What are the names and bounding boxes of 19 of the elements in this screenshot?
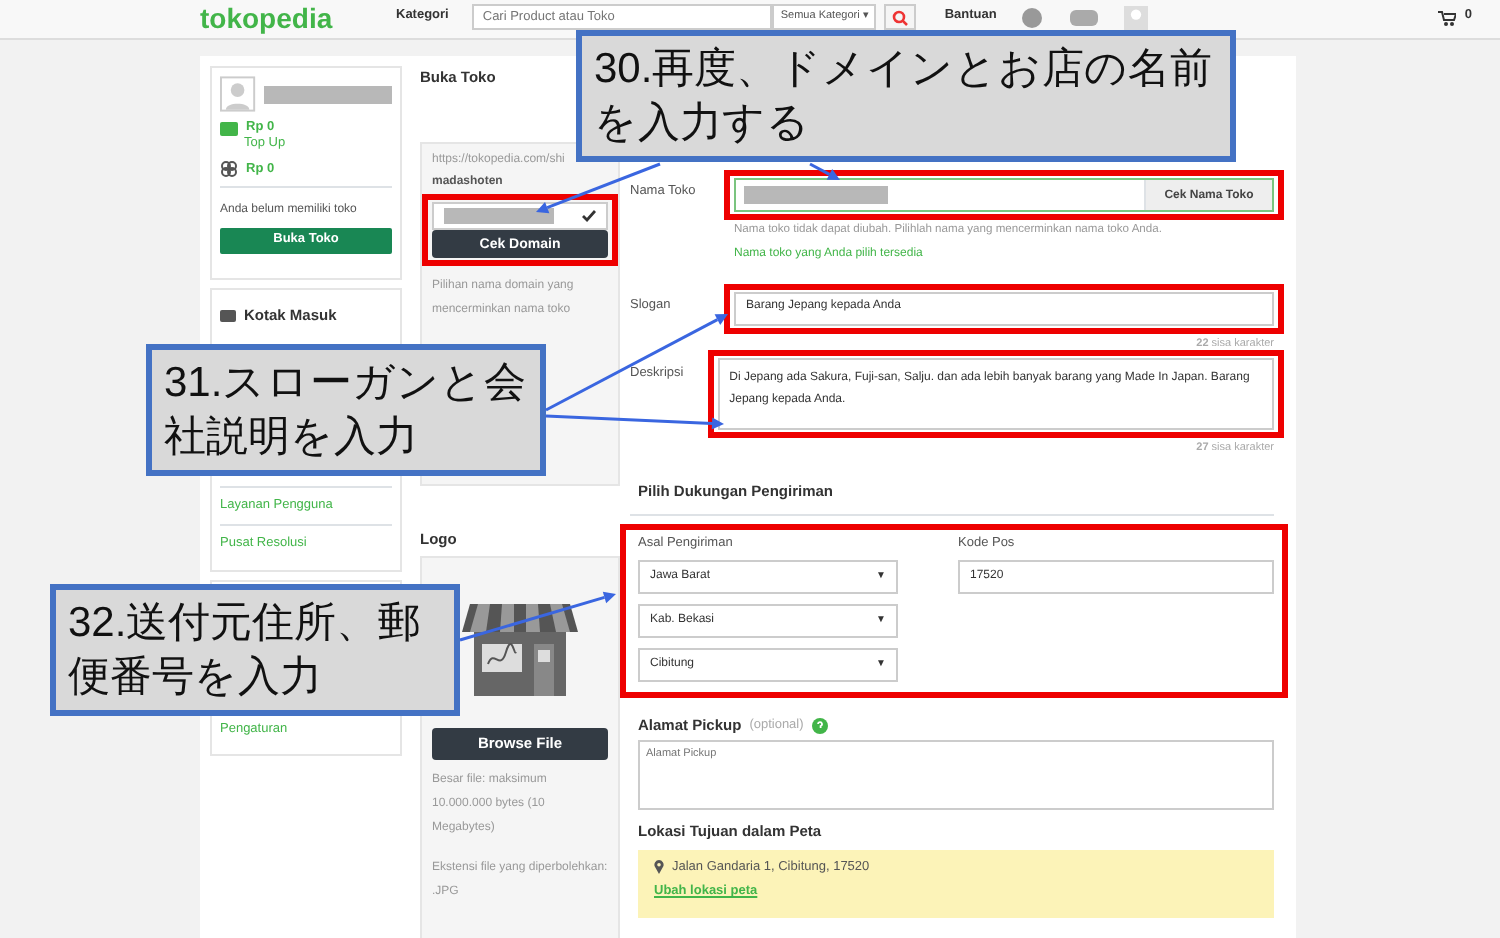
location-pin-icon: [654, 860, 664, 875]
annotation-arrow: [809, 162, 840, 180]
avatar-icon: [220, 76, 256, 112]
annotation-arrow: [536, 162, 661, 214]
search-button[interactable]: [884, 4, 917, 30]
clover-icon: [220, 160, 238, 179]
annotation-callout: 32.送付元住所、郵便番号を入力: [50, 584, 460, 716]
cart-icon[interactable]: [1438, 9, 1457, 25]
notification-icon[interactable]: [1020, 5, 1045, 29]
inbox-icon: [220, 309, 236, 322]
avatar-icon[interactable]: [1124, 5, 1149, 29]
annotation-callout: 30.再度、ドメインとお店の名前を入力する: [576, 30, 1236, 162]
domain-field[interactable]: [432, 202, 608, 231]
search-icon: [892, 9, 909, 25]
annotation-callout: 31.スローガンと会社説明を入力: [146, 344, 546, 476]
help-icon[interactable]: [811, 717, 828, 734]
blurred-name: [263, 85, 392, 103]
message-icon[interactable]: [1068, 7, 1101, 27]
wallet-icon: [220, 121, 238, 136]
